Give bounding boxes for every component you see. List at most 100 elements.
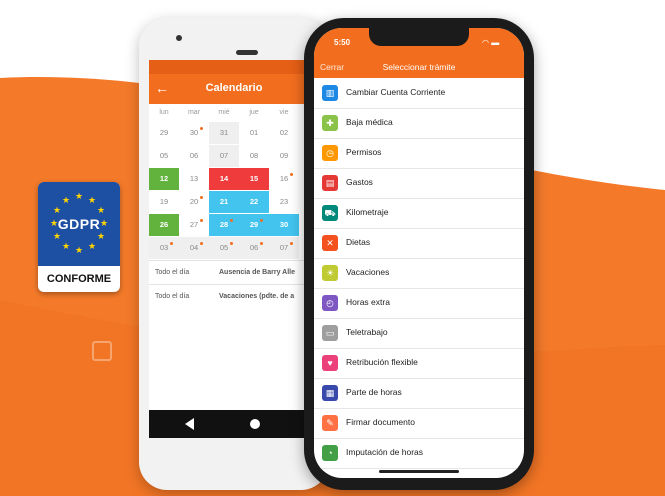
procedure-item[interactable]: ▥ Cambiar Cuenta Corriente (314, 78, 524, 109)
android-nav-bar (149, 410, 319, 438)
procedure-label: Teletrabajo (346, 327, 388, 337)
vacation-icon: ☀ (322, 265, 338, 281)
procedure-item[interactable]: ◴ Horas extra (314, 288, 524, 319)
android-screen: ← Calendario lun mar mié jue vie Todo el… (149, 60, 319, 438)
procedure-item[interactable]: ✎ Firmar documento (314, 408, 524, 439)
procedure-label: Firmar documento (346, 417, 415, 427)
event-dot-icon (260, 242, 263, 245)
calendar-day[interactable]: 30 (179, 122, 209, 144)
weekday-label: mié (218, 109, 230, 116)
iphone-screen: 5:50 ◠ ▬ Cerrar Seleccionar trámite ▥ Cam… (314, 28, 524, 478)
calendar-title: Calendario (205, 82, 263, 94)
event-dot-icon (200, 242, 203, 245)
procedure-item[interactable]: ▭ Teletrabajo (314, 318, 524, 349)
android-toolbar: ← Calendario (149, 74, 319, 104)
procedure-item[interactable]: ⛟ Kilometraje (314, 198, 524, 229)
calendar-day[interactable]: 20 (179, 191, 209, 213)
calendar-day[interactable]: 23 (269, 191, 299, 213)
calendar-day[interactable]: 15 (239, 168, 269, 190)
svg-text:★: ★ (97, 232, 105, 242)
event-dot-icon (200, 127, 203, 130)
gdpr-label: CONFORME (46, 273, 112, 285)
calendar-day[interactable]: 29 (239, 214, 269, 236)
event-row[interactable]: Todo el día Vacaciones (pdte. de a (149, 284, 319, 309)
android-speaker (236, 50, 258, 55)
nav-back-icon[interactable] (185, 418, 194, 430)
procedure-item[interactable]: ◔ Imputación de horas (314, 438, 524, 469)
iphone-notch (369, 28, 469, 46)
calendar-day[interactable]: 07 (209, 145, 239, 167)
calendar-day[interactable]: 16 (269, 168, 299, 190)
calendar-day[interactable]: 03 (149, 237, 179, 259)
event-dot-icon (200, 219, 203, 222)
event-dot-icon (170, 242, 173, 245)
procedure-item[interactable]: ▦ Parte de horas (314, 378, 524, 409)
weekday-header: lun mar mié jue vie (149, 106, 319, 120)
calendar-day[interactable]: 26 (149, 214, 179, 236)
expenses-icon: ▤ (322, 175, 338, 191)
calendar-day[interactable]: 28 (209, 214, 239, 236)
permissions-icon: ◷ (322, 145, 338, 161)
procedure-item[interactable]: ▤ Gastos (314, 168, 524, 199)
event-dot-icon (200, 196, 203, 199)
procedure-item[interactable]: ♥ Retribución flexible (314, 348, 524, 379)
calendar-day[interactable]: 12 (149, 168, 179, 190)
procedure-label: Dietas (346, 237, 371, 247)
calendar-day[interactable]: 14 (209, 168, 239, 190)
calendar-day[interactable]: 21 (209, 191, 239, 213)
calendar-day[interactable]: 07 (269, 237, 299, 259)
event-dot-icon (260, 219, 263, 222)
svg-text:★: ★ (62, 242, 70, 252)
procedure-item[interactable]: ☀ Vacaciones (314, 258, 524, 289)
calendar-day[interactable]: 22 (239, 191, 269, 213)
calendar-day[interactable]: 06 (239, 237, 269, 259)
svg-text:★: ★ (88, 196, 96, 206)
calendar-day[interactable]: 13 (179, 168, 209, 190)
weekday-label: mar (187, 109, 201, 116)
procedure-item[interactable]: ◷ Permisos (314, 138, 524, 169)
calendar-day[interactable]: 09 (269, 145, 299, 167)
food-icon: ✕ (322, 235, 338, 251)
procedure-item[interactable]: ✕ Dietas (314, 228, 524, 259)
event-dot-icon (230, 242, 233, 245)
gdpr-badge: ★ ★ ★ ★ ★ ★ ★ ★ ★ ★ ★ ★ GDPR CONFORME (38, 182, 120, 292)
svg-text:★: ★ (53, 206, 61, 216)
procedure-label: Parte de horas (346, 387, 402, 397)
svg-text:★: ★ (53, 232, 61, 242)
calendar-day[interactable]: 30 (269, 214, 299, 236)
calendar-day[interactable]: 01 (239, 122, 269, 144)
clock-icon: ◴ (322, 295, 338, 311)
event-title: Ausencia de Barry Alle (219, 269, 295, 276)
android-camera (176, 35, 182, 41)
time-allocation-icon: ◔ (322, 445, 338, 461)
calendar-day[interactable]: 31 (209, 122, 239, 144)
screen-title: Seleccionar trámite (382, 62, 456, 72)
calendar-day[interactable]: 29 (149, 122, 179, 144)
calendar-day[interactable]: 27 (179, 214, 209, 236)
flexible-pay-icon: ♥ (322, 355, 338, 371)
calendar-day[interactable]: 05 (149, 145, 179, 167)
svg-text:★: ★ (62, 196, 70, 206)
home-indicator (379, 470, 459, 473)
calendar-day[interactable]: 04 (179, 237, 209, 259)
laptop-icon: ▭ (322, 325, 338, 341)
calendar-day[interactable]: 19 (149, 191, 179, 213)
calendar-day[interactable]: 06 (179, 145, 209, 167)
calendar-day[interactable]: 02 (269, 122, 299, 144)
weekday-label: jue (249, 109, 259, 116)
calendar-day[interactable]: 08 (239, 145, 269, 167)
event-row[interactable]: Todo el día Ausencia de Barry Alle (149, 260, 319, 285)
event-dot-icon (230, 219, 233, 222)
procedure-label: Horas extra (346, 297, 390, 307)
event-dot-icon (290, 242, 293, 245)
procedure-label: Vacaciones (346, 267, 390, 277)
calendar-day[interactable]: 05 (209, 237, 239, 259)
svg-text:★: ★ (75, 192, 83, 202)
nav-home-icon[interactable] (250, 419, 260, 429)
procedure-label: Imputación de horas (346, 447, 424, 457)
medical-icon: ✚ (322, 115, 338, 131)
svg-text:★: ★ (97, 206, 105, 216)
procedure-item[interactable]: ✚ Baja médica (314, 108, 524, 139)
svg-text:★: ★ (88, 242, 96, 252)
wifi-battery-icon: ◠ ▬ (482, 38, 500, 47)
